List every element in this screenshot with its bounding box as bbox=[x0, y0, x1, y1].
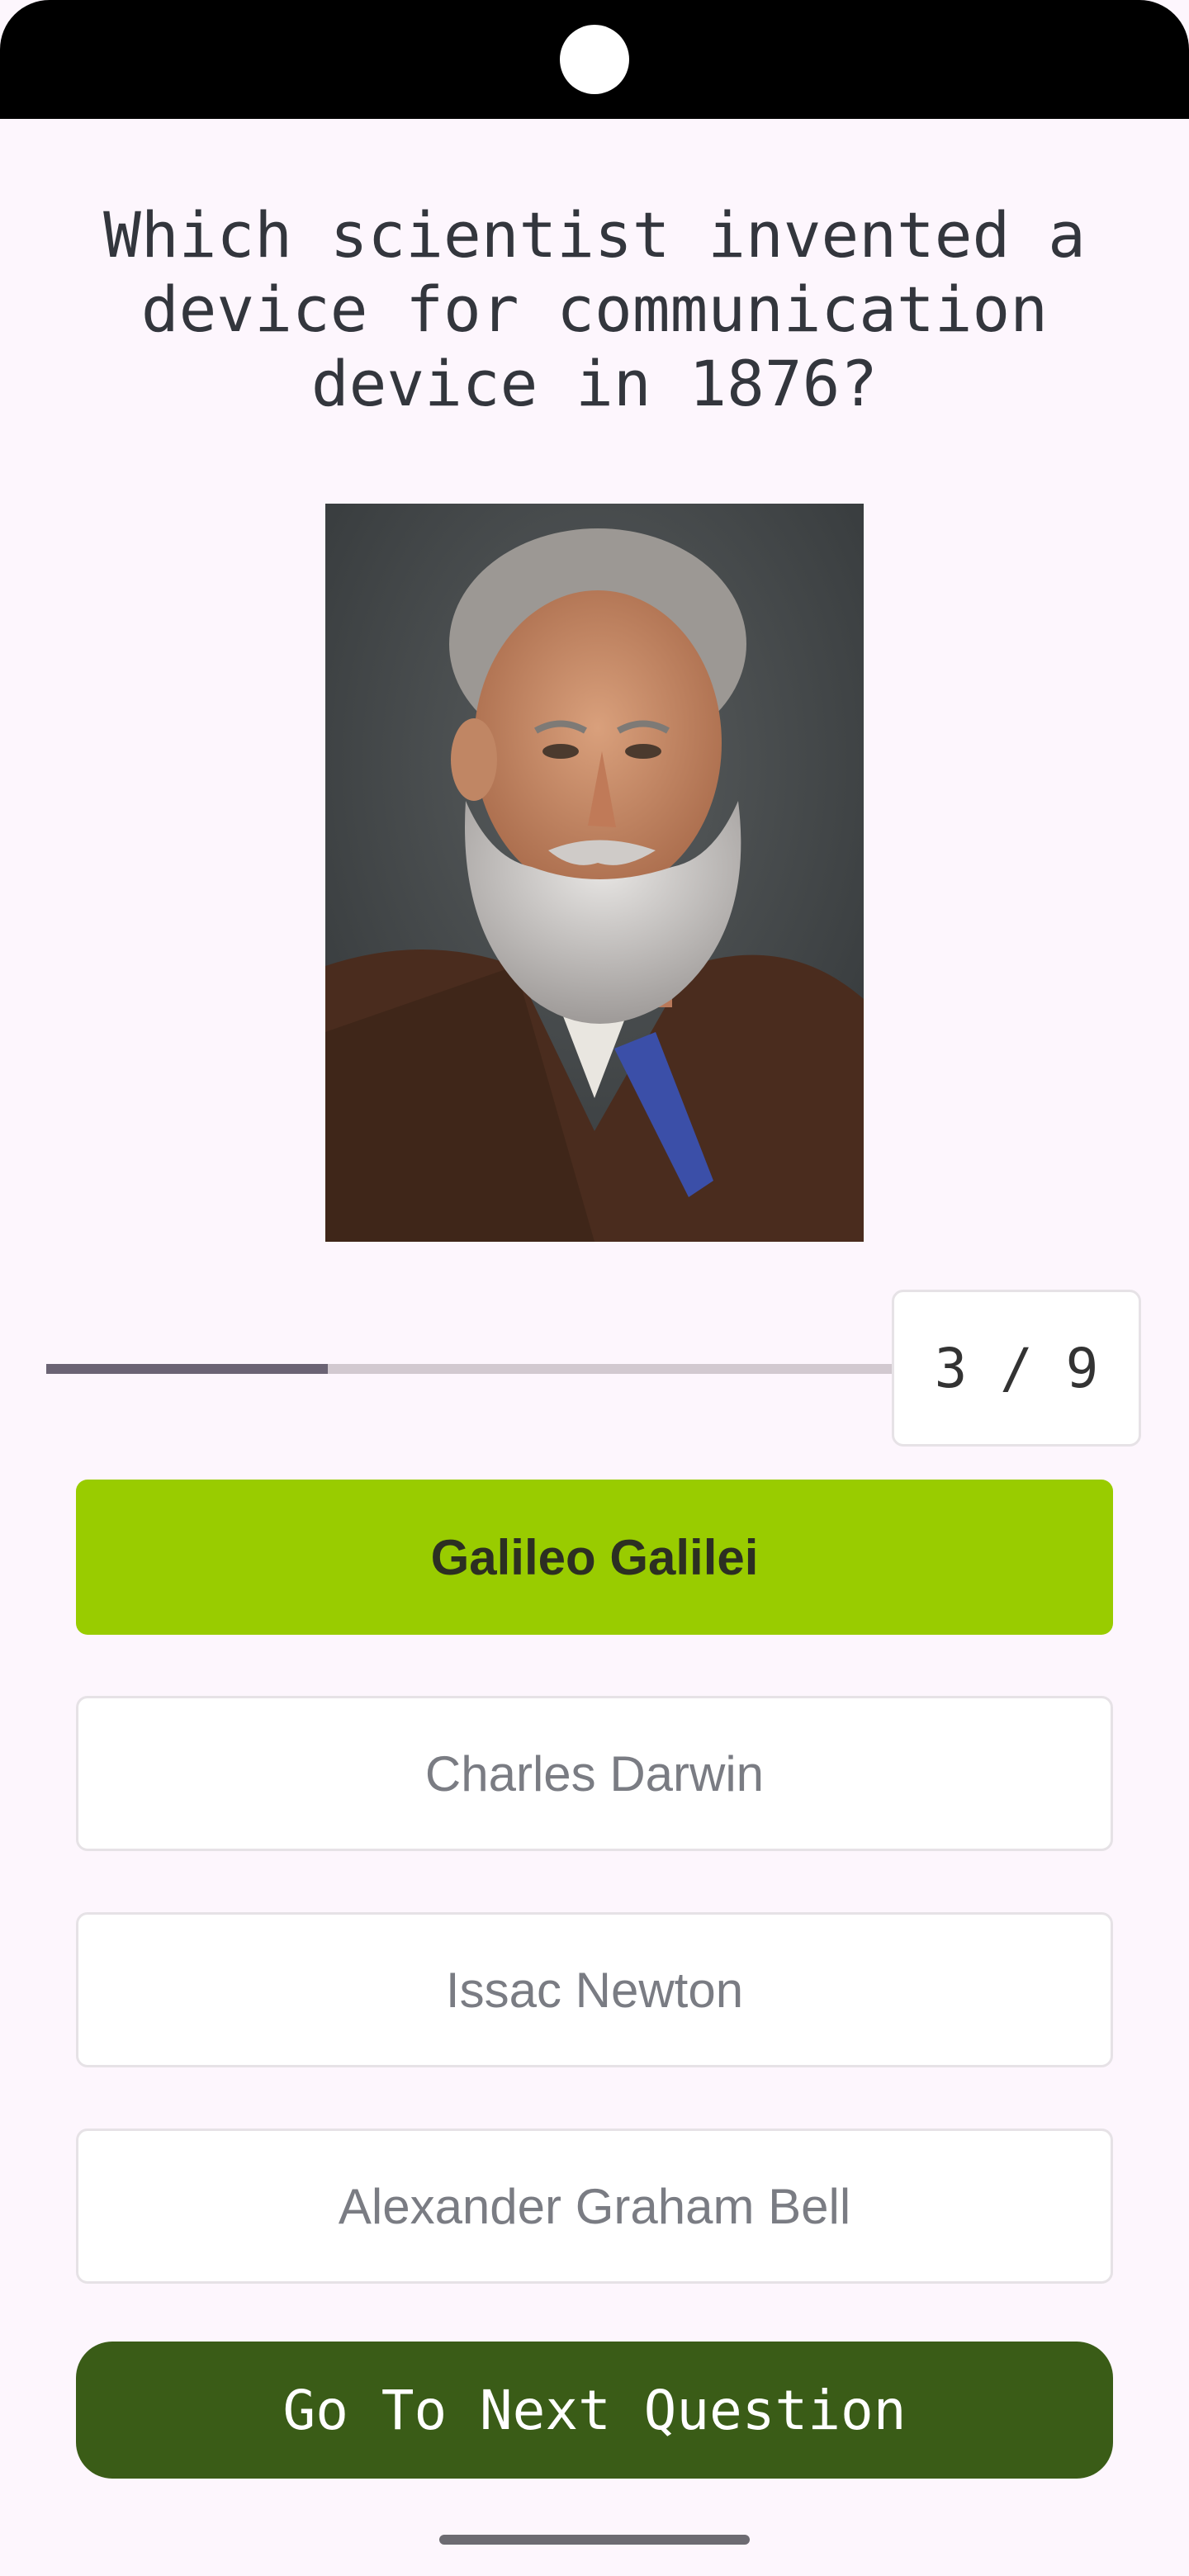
quiz-screen: Which scientist invented a device for co… bbox=[0, 0, 1189, 2576]
quiz-progress-fill bbox=[46, 1364, 328, 1374]
answer-option-alexander-graham-bell[interactable]: Alexander Graham Bell bbox=[76, 2129, 1113, 2284]
next-question-button[interactable]: Go To Next Question bbox=[76, 2342, 1113, 2479]
answer-option-galileo-galilei[interactable]: Galileo Galilei bbox=[76, 1480, 1113, 1635]
status-bar bbox=[0, 0, 1189, 119]
answer-option-charles-darwin[interactable]: Charles Darwin bbox=[76, 1696, 1113, 1851]
question-image bbox=[325, 504, 864, 1242]
question-text: Which scientist invented a device for co… bbox=[103, 198, 1086, 420]
home-indicator[interactable] bbox=[439, 2535, 750, 2545]
answer-option-issac-newton[interactable]: Issac Newton bbox=[76, 1912, 1113, 2067]
front-camera-cutout bbox=[560, 25, 629, 94]
quiz-progress-bar bbox=[46, 1364, 892, 1374]
question-counter: 3 / 9 bbox=[892, 1290, 1141, 1447]
